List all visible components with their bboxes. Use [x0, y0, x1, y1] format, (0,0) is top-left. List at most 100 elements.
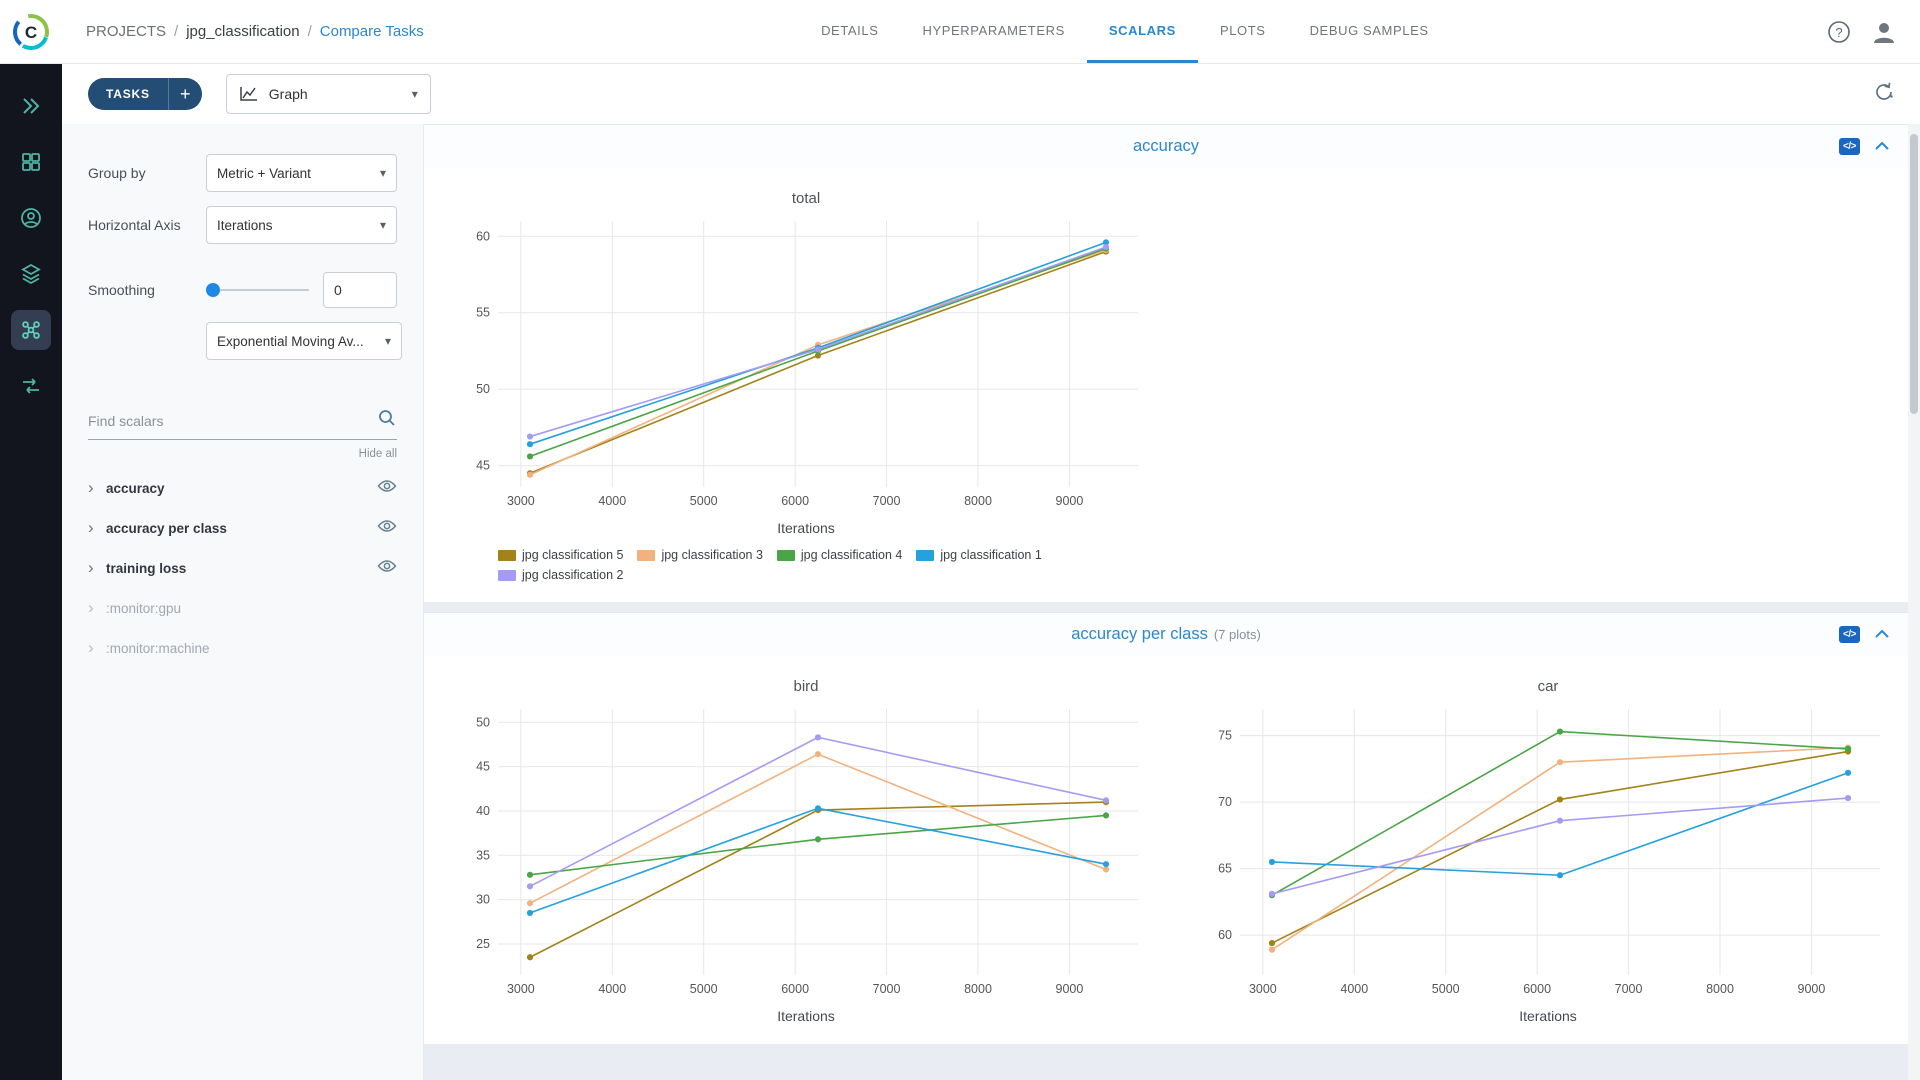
help-icon[interactable]: ? — [1826, 19, 1852, 45]
clearml-logo-icon: C — [13, 13, 49, 50]
smoothing-type-select[interactable]: Exponential Moving Av... ▾ — [206, 322, 402, 360]
tab-scalars[interactable]: SCALARS — [1086, 0, 1198, 63]
tasks-button-group: TASKS + — [88, 78, 202, 110]
breadcrumb-separator: / — [307, 23, 312, 40]
breadcrumb-projects[interactable]: PROJECTS — [86, 23, 166, 40]
svg-text:6000: 6000 — [781, 494, 809, 508]
chevron-right-icon: › — [88, 638, 94, 657]
projects-icon[interactable] — [11, 142, 51, 182]
breadcrumb-project[interactable]: jpg_classification — [186, 23, 299, 40]
svg-text:9000: 9000 — [1056, 982, 1084, 996]
line-chart-total[interactable]: 3000 4000 5000 6000 7000 8000 9000 45 50 55 60 — [456, 213, 1156, 513]
legend-item[interactable]: jpg classification 1 — [916, 548, 1042, 562]
find-scalars-input[interactable] — [88, 412, 377, 429]
auto-refresh-icon[interactable] — [1872, 80, 1896, 109]
eye-icon[interactable] — [377, 519, 397, 538]
legend-swatch — [498, 549, 516, 561]
datasets-icon[interactable] — [11, 254, 51, 294]
view-mode-value: Graph — [268, 86, 308, 102]
svg-text:60: 60 — [1218, 928, 1232, 942]
scalar-group-monitor-machine[interactable]: › :monitor:machine — [88, 628, 397, 668]
collapse-section-icon[interactable] — [1874, 626, 1890, 644]
svg-text:60: 60 — [476, 229, 490, 243]
getting-started-icon[interactable] — [11, 86, 51, 126]
svg-text:6000: 6000 — [1523, 982, 1551, 996]
svg-text:50: 50 — [476, 382, 490, 396]
section-accuracy-per-class: accuracy per class (7 plots) </> bird 30… — [424, 612, 1908, 1044]
scalar-group-accuracy-per-class[interactable]: › accuracy per class — [88, 508, 397, 548]
legend-series-name: jpg classification 5 — [522, 548, 624, 562]
scalar-group-training-loss[interactable]: › training loss — [88, 548, 397, 588]
chevron-right-icon: › — [88, 478, 94, 497]
user-avatar-icon[interactable] — [1870, 18, 1898, 46]
scalars-settings-panel: Group by Metric + Variant ▾ Horizontal A… — [62, 124, 424, 1080]
svg-text:5000: 5000 — [1432, 982, 1460, 996]
svg-text:75: 75 — [1218, 729, 1232, 743]
legend-swatch — [916, 549, 935, 561]
tab-plots[interactable]: PLOTS — [1198, 0, 1288, 63]
workers-icon[interactable] — [11, 198, 51, 238]
horizontal-axis-value: Iterations — [217, 217, 273, 233]
embed-code-icon[interactable]: </> — [1839, 138, 1860, 155]
smoothing-label: Smoothing — [88, 282, 155, 298]
tasks-button[interactable]: TASKS — [88, 78, 168, 110]
svg-text:3000: 3000 — [507, 982, 535, 996]
chevron-down-icon: ▾ — [411, 87, 418, 101]
chevron-down-icon: ▾ — [384, 334, 391, 348]
pipelines-icon[interactable] — [11, 310, 51, 350]
legend-item[interactable]: jpg classification 3 — [637, 548, 763, 562]
section-plot-count: (7 plots) — [1213, 627, 1261, 642]
svg-text:8000: 8000 — [1706, 982, 1734, 996]
group-by-select[interactable]: Metric + Variant ▾ — [206, 154, 397, 192]
chevron-right-icon: › — [88, 558, 94, 577]
svg-text:3000: 3000 — [507, 494, 535, 508]
tab-details[interactable]: DETAILS — [799, 0, 900, 63]
tab-debug-samples[interactable]: DEBUG SAMPLES — [1288, 0, 1451, 63]
x-axis-label: Iterations — [1519, 1008, 1577, 1024]
reports-icon[interactable] — [11, 366, 51, 406]
hide-all-link[interactable]: Hide all — [88, 448, 397, 460]
chart-card-bird: bird 3000 4000 5000 6000 7000 8000 9000 25 30 35 4… — [456, 670, 1156, 1024]
vertical-scrollbar[interactable] — [1908, 124, 1920, 1080]
horizontal-axis-label: Horizontal Axis — [88, 217, 181, 233]
scalar-group-label: accuracy — [106, 480, 165, 496]
horizontal-axis-select[interactable]: Iterations ▾ — [206, 206, 397, 244]
line-chart-car[interactable]: 3000 4000 5000 6000 7000 8000 9000 60 65 70 75 — [1198, 701, 1898, 1001]
chart-card-car: car 3000 4000 5000 6000 7000 8000 9000 60 65 70 75… — [1198, 670, 1898, 1024]
scalar-group-label: training loss — [106, 560, 187, 576]
svg-text:5000: 5000 — [690, 982, 718, 996]
chevron-right-icon: › — [88, 598, 94, 617]
svg-text:5000: 5000 — [690, 494, 718, 508]
search-icon[interactable] — [377, 408, 397, 433]
scrollbar-thumb[interactable] — [1910, 134, 1918, 414]
smoothing-slider[interactable] — [206, 283, 309, 297]
legend-item[interactable]: jpg classification 2 — [498, 568, 623, 582]
legend-series-name: jpg classification 2 — [522, 568, 624, 582]
svg-text:C: C — [25, 23, 37, 42]
slider-knob[interactable] — [206, 283, 220, 297]
svg-text:40: 40 — [476, 804, 490, 818]
smoothing-value-input[interactable] — [323, 272, 397, 308]
svg-text:50: 50 — [476, 715, 490, 729]
legend-series-name: jpg classification 1 — [940, 548, 1042, 562]
eye-icon[interactable] — [377, 559, 397, 578]
legend-item[interactable]: jpg classification 4 — [776, 548, 902, 562]
scalar-group-monitor-gpu[interactable]: › :monitor:gpu — [88, 588, 397, 628]
add-task-button[interactable]: + — [167, 78, 202, 110]
clearml-logo[interactable]: C — [0, 12, 62, 52]
scalar-group-accuracy[interactable]: › accuracy — [88, 468, 397, 508]
embed-code-icon[interactable]: </> — [1839, 626, 1860, 643]
line-chart-bird[interactable]: 3000 4000 5000 6000 7000 8000 9000 25 30 35 40 45 50 — [456, 701, 1156, 1001]
svg-text:9000: 9000 — [1798, 982, 1826, 996]
svg-text:7000: 7000 — [873, 982, 901, 996]
svg-text:55: 55 — [476, 306, 490, 320]
view-mode-select[interactable]: Graph ▾ — [225, 74, 431, 114]
svg-text:8000: 8000 — [964, 982, 992, 996]
chart-title: car — [1537, 678, 1559, 695]
collapse-section-icon[interactable] — [1874, 138, 1890, 156]
legend-item[interactable]: jpg classification 5 — [498, 548, 623, 562]
svg-text:45: 45 — [476, 459, 490, 473]
eye-icon[interactable] — [377, 479, 397, 498]
tab-hyperparameters[interactable]: HYPERPARAMETERS — [900, 0, 1086, 63]
legend-swatch — [776, 549, 795, 561]
